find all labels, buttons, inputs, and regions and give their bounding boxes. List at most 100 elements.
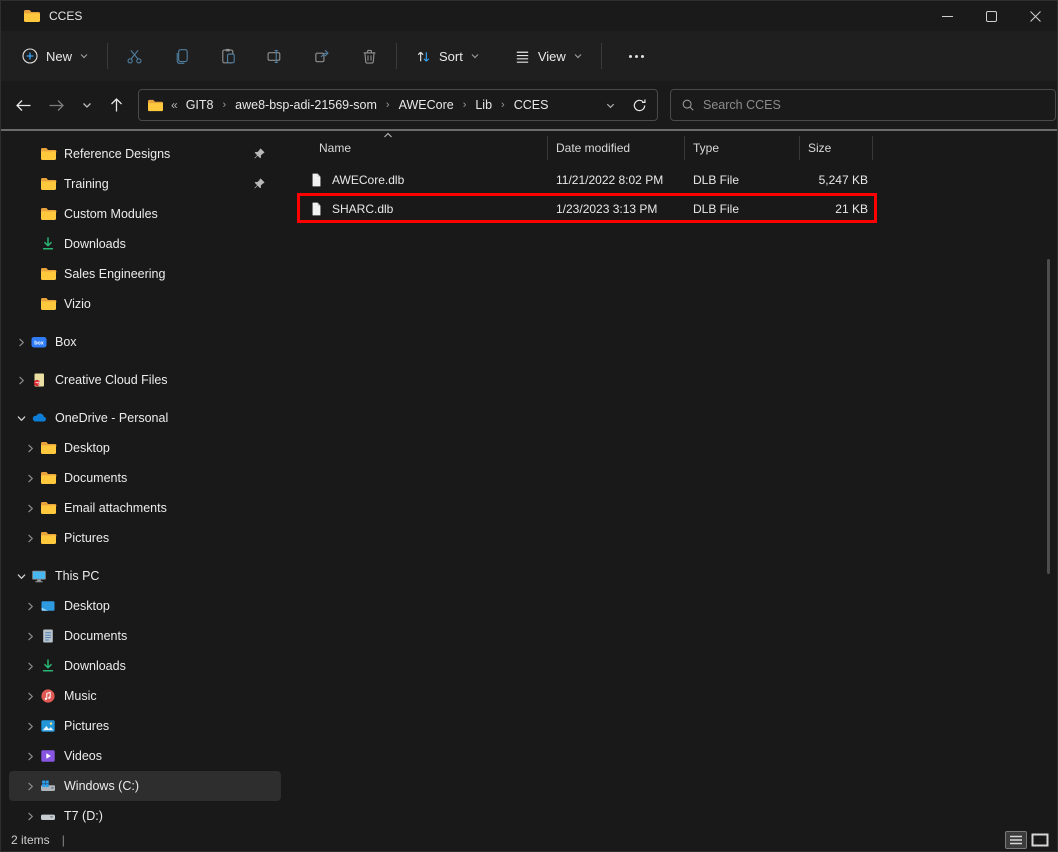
more-options-button[interactable] [610,49,663,64]
chevron-right-icon[interactable] [20,811,40,822]
column-header-type[interactable]: Type [685,136,800,160]
view-button[interactable]: View [504,42,593,71]
sidebar-item-this-pc[interactable]: This PC [9,561,281,591]
chevron-down-icon[interactable] [11,571,31,582]
svg-text:box: box [34,340,44,346]
sidebar-item-documents[interactable]: Documents [9,621,281,651]
breadcrumb-segment-git8[interactable]: GIT8 [181,96,219,114]
sidebar-item-sales-engineering[interactable]: Sales Engineering [9,259,281,289]
copy-button[interactable] [163,41,200,72]
chevron-right-icon[interactable] [20,443,40,454]
chevron-right-icon[interactable] [20,533,40,544]
chevron-down-icon[interactable] [11,413,31,424]
chevron-right-icon[interactable] [20,473,40,484]
refresh-button[interactable] [628,94,651,117]
breadcrumb-segment-awecore[interactable]: AWECore [394,96,459,114]
minimize-button[interactable] [925,1,969,31]
sidebar-item-onedrive-personal[interactable]: OneDrive - Personal [9,403,281,433]
pictures-icon [40,718,57,735]
sort-button[interactable]: Sort [405,42,490,71]
chevron-right-icon[interactable] [20,781,40,792]
sidebar-item-desktop[interactable]: Desktop [9,591,281,621]
sidebar-item-box[interactable]: box Box [9,327,281,357]
chevron-right-icon[interactable] [20,691,40,702]
close-button[interactable] [1013,1,1057,31]
sidebar-item-email-attachments[interactable]: Email attachments [9,493,281,523]
cut-button[interactable] [116,41,153,72]
toolbar: New Sort View [1,31,1057,81]
sidebar-item-label: Box [55,335,77,349]
sidebar-item-pictures[interactable]: Pictures [9,523,281,553]
column-header-name[interactable]: Name [299,136,548,160]
paste-button[interactable] [210,41,247,72]
file-name-cell: AWECore.dlb [299,165,548,194]
sort-ascending-icon [383,132,393,139]
address-dropdown-button[interactable] [601,96,620,115]
file-name: SHARC.dlb [332,202,393,216]
chevron-right-icon[interactable] [20,721,40,732]
sidebar-item-creative-cloud-files[interactable]: Creative Cloud Files [9,365,281,395]
thumbnail-view-button[interactable] [1031,833,1049,847]
sidebar-item-training[interactable]: Training [9,169,281,199]
sidebar-item-videos[interactable]: Videos [9,741,281,771]
chevron-down-icon [573,51,583,61]
sidebar-item-reference-designs[interactable]: Reference Designs [9,139,281,169]
file-rows: AWECore.dlb11/21/2022 8:02 PMDLB File5,2… [299,165,1057,223]
breadcrumb-segment-cces[interactable]: CCES [509,96,554,114]
share-icon [313,47,332,66]
breadcrumb: GIT8›awe8-bsp-adi-21569-som›AWECore›Lib›… [181,96,601,114]
sidebar-item-vizio[interactable]: Vizio [9,289,281,319]
chevron-right-icon[interactable] [20,661,40,672]
chevron-right-icon[interactable] [11,337,31,348]
forward-button[interactable] [44,94,69,117]
sidebar-item-desktop[interactable]: Desktop [9,433,281,463]
sidebar-item-pictures[interactable]: Pictures [9,711,281,741]
sidebar-item-t7-d[interactable]: T7 (D:) [9,801,281,829]
file-row-awecore-dlb[interactable]: AWECore.dlb11/21/2022 8:02 PMDLB File5,2… [299,165,1057,194]
breadcrumb-segment-awe8-bsp-adi-21569-som[interactable]: awe8-bsp-adi-21569-som [230,96,382,114]
sidebar-item-custom-modules[interactable]: Custom Modules [9,199,281,229]
sidebar-item-downloads[interactable]: Downloads [9,651,281,681]
folder-icon [23,8,41,24]
view-lines-icon [514,48,531,65]
up-button[interactable] [105,93,128,117]
address-bar[interactable]: « GIT8›awe8-bsp-adi-21569-som›AWECore›Li… [138,89,658,121]
folder-icon [40,176,57,193]
maximize-button[interactable] [969,1,1013,31]
toolbar-separator [107,43,108,69]
delete-button[interactable] [351,41,388,72]
sidebar-item-downloads[interactable]: Downloads [9,229,281,259]
toolbar-separator [396,43,397,69]
file-size-cell: 5,247 KB [800,165,873,194]
sidebar-item-label: Downloads [64,659,126,673]
file-row-sharc-dlb[interactable]: SHARC.dlb1/23/2023 3:13 PMDLB File21 KB [299,194,1057,223]
drive-icon [40,808,57,825]
navigation-pane: Reference DesignsTrainingCustom ModulesD… [1,131,289,829]
column-header-size[interactable]: Size [800,136,873,160]
sidebar-item-label: Creative Cloud Files [55,373,168,387]
statusbar: 2 items | [1,829,1057,851]
breadcrumb-separator: › [461,99,469,111]
sidebar-item-windows-c[interactable]: Windows (C:) [9,771,281,801]
folder-icon [40,470,57,487]
file-list-pane: NameDate modifiedTypeSize AWECore.dlb11/… [289,131,1057,829]
sidebar-item-music[interactable]: Music [9,681,281,711]
breadcrumb-overflow[interactable]: « [168,98,181,112]
chevron-right-icon[interactable] [20,601,40,612]
share-button[interactable] [304,41,341,72]
chevron-right-icon[interactable] [20,503,40,514]
breadcrumb-segment-lib[interactable]: Lib [470,96,497,114]
pin-icon[interactable] [253,177,267,191]
column-header-date-modified[interactable]: Date modified [548,136,685,160]
rename-button[interactable] [257,41,294,72]
sidebar-item-documents[interactable]: Documents [9,463,281,493]
search-input[interactable] [703,98,1045,112]
chevron-right-icon[interactable] [20,751,40,762]
new-button[interactable]: New [11,41,99,71]
recent-locations-button[interactable] [77,95,97,115]
chevron-right-icon[interactable] [20,631,40,642]
chevron-right-icon[interactable] [11,375,31,386]
details-view-button[interactable] [1005,831,1027,849]
pin-icon[interactable] [253,147,267,161]
back-button[interactable] [11,94,36,117]
